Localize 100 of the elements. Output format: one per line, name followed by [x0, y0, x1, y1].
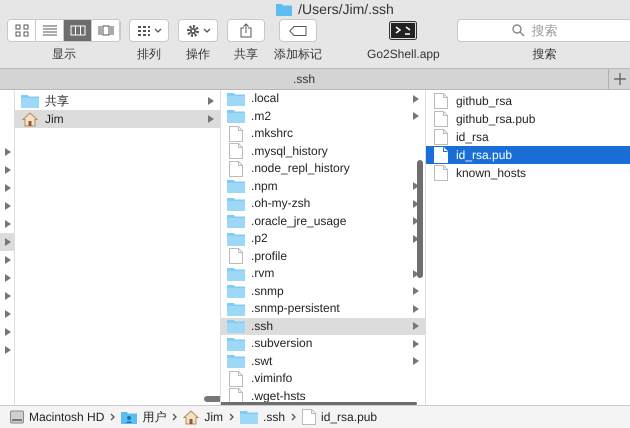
file-row[interactable]: .snmp-persistent: [221, 300, 425, 318]
file-row[interactable]: .rvm: [221, 265, 425, 282]
disclosure-arrow-icon: [208, 97, 214, 105]
icon-view-button[interactable]: [8, 20, 36, 41]
file-row[interactable]: .subversion: [221, 335, 425, 352]
path-item[interactable]: id_rsa.pub: [302, 408, 378, 426]
path-item[interactable]: 用户: [121, 408, 166, 426]
file-row[interactable]: Jim: [15, 110, 220, 128]
scrollbar-thumb[interactable]: [204, 396, 220, 402]
tag-button[interactable]: [279, 19, 317, 42]
folder-icon: [240, 410, 258, 424]
file-name: id_rsa: [456, 130, 489, 144]
file-row[interactable]: .npm: [221, 178, 425, 195]
grid-icon: [14, 23, 30, 38]
file-row[interactable]: .swt: [221, 352, 425, 370]
column-view-button[interactable]: [64, 20, 92, 41]
file-row[interactable]: .ssh: [221, 318, 425, 335]
disclosure-arrow-icon: [413, 270, 419, 278]
scrollbar-thumb[interactable]: [221, 402, 417, 405]
share-icon: [240, 23, 252, 38]
columns-icon: [70, 23, 86, 38]
document-icon: [434, 147, 448, 163]
file-row[interactable]: github_rsa: [426, 92, 630, 110]
folder-icon: [276, 2, 292, 16]
gear-icon: [186, 24, 200, 38]
file-row[interactable]: known_hosts: [426, 164, 630, 182]
file-name: .mysql_history: [251, 144, 328, 158]
file-name: github_rsa: [456, 94, 512, 108]
document-icon: [229, 388, 243, 404]
disclosure-arrow-icon: [413, 304, 419, 313]
document-icon: [434, 129, 448, 145]
arrange-button[interactable]: [129, 19, 169, 42]
disclosure-arrow-icon: [413, 287, 419, 296]
document-icon: [229, 248, 243, 264]
disclosure-arrow-icon: [5, 184, 11, 192]
file-name: .mkshrc: [251, 127, 293, 140]
plus-icon: [614, 73, 626, 85]
scrollbar-thumb[interactable]: [417, 160, 423, 278]
file-row[interactable]: id_rsa.pub: [426, 146, 630, 164]
search-icon: [512, 24, 525, 37]
file-row[interactable]: .profile: [221, 248, 425, 265]
disclosure-arrow-icon: [5, 220, 11, 228]
folder-icon: [227, 109, 245, 124]
toolbar-label: 共享: [234, 47, 258, 61]
share-button[interactable]: [227, 19, 265, 42]
list-row[interactable]: [0, 233, 14, 251]
disclosure-arrow-icon: [413, 322, 419, 330]
file-row[interactable]: id_rsa: [426, 128, 630, 146]
folder-icon: [227, 196, 245, 211]
chevron-icon: [229, 413, 234, 421]
file-name: .viminfo: [251, 372, 292, 386]
terminal-app-icon[interactable]: [389, 21, 418, 40]
file-row[interactable]: .oracle_jre_usage: [221, 212, 425, 230]
disclosure-arrow-icon: [5, 256, 11, 264]
file-row[interactable]: .viminfo: [221, 370, 425, 388]
file-name: known_hosts: [456, 166, 526, 180]
file-row[interactable]: .p2: [221, 230, 425, 248]
window-title: /Users/Jim/.ssh: [298, 1, 394, 17]
document-icon: [434, 93, 448, 109]
file-row[interactable]: github_rsa.pub: [426, 110, 630, 128]
file-name: .profile: [251, 250, 288, 263]
disclosure-arrow-icon: [5, 328, 11, 336]
folder-icon: [227, 319, 245, 334]
file-row[interactable]: .mkshrc: [221, 125, 425, 142]
toolbar-label: 搜索: [532, 47, 557, 61]
hard-drive-icon: [10, 410, 24, 424]
disclosure-arrow-icon: [413, 200, 419, 208]
folder-icon: [121, 410, 138, 424]
action-menu-button[interactable]: [178, 19, 218, 42]
document-icon: [229, 370, 243, 387]
file-row[interactable]: .local: [221, 90, 425, 108]
disclosure-arrow-icon: [413, 357, 419, 366]
chevron-down-icon: [202, 28, 210, 34]
document-icon: [434, 111, 448, 127]
file-row[interactable]: .snmp: [221, 282, 425, 300]
view-mode-control[interactable]: [7, 19, 121, 42]
file-name: .node_repl_history: [251, 162, 350, 176]
disclosure-arrow-icon: [5, 346, 11, 354]
chevron-icon: [172, 413, 178, 421]
file-row[interactable]: .mysql_history: [221, 142, 425, 160]
toolbar-label: 操作: [186, 47, 210, 61]
file-name: .local: [251, 92, 280, 106]
disclosure-arrow-icon: [413, 234, 419, 243]
disclosure-arrow-icon: [413, 94, 419, 103]
file-row[interactable]: .oh-my-zsh: [221, 195, 425, 212]
search-field[interactable]: 搜索: [456, 19, 630, 42]
file-row[interactable]: .node_repl_history: [221, 160, 425, 178]
path-item[interactable]: Macintosh HD: [10, 408, 104, 426]
tag-icon: [289, 26, 307, 36]
chevron-icon: [291, 413, 296, 421]
document-icon: [229, 126, 243, 142]
file-row[interactable]: 共享: [15, 92, 220, 110]
toolbar-label: 添加标记: [274, 47, 322, 61]
path-item[interactable]: Jim: [183, 408, 224, 426]
house-icon: [22, 112, 38, 126]
path-item[interactable]: .ssh: [240, 408, 286, 426]
file-row[interactable]: .m2: [221, 108, 425, 125]
list-icon: [42, 23, 58, 38]
file-name: id_rsa.pub: [456, 148, 512, 162]
folder-icon: [227, 266, 245, 281]
